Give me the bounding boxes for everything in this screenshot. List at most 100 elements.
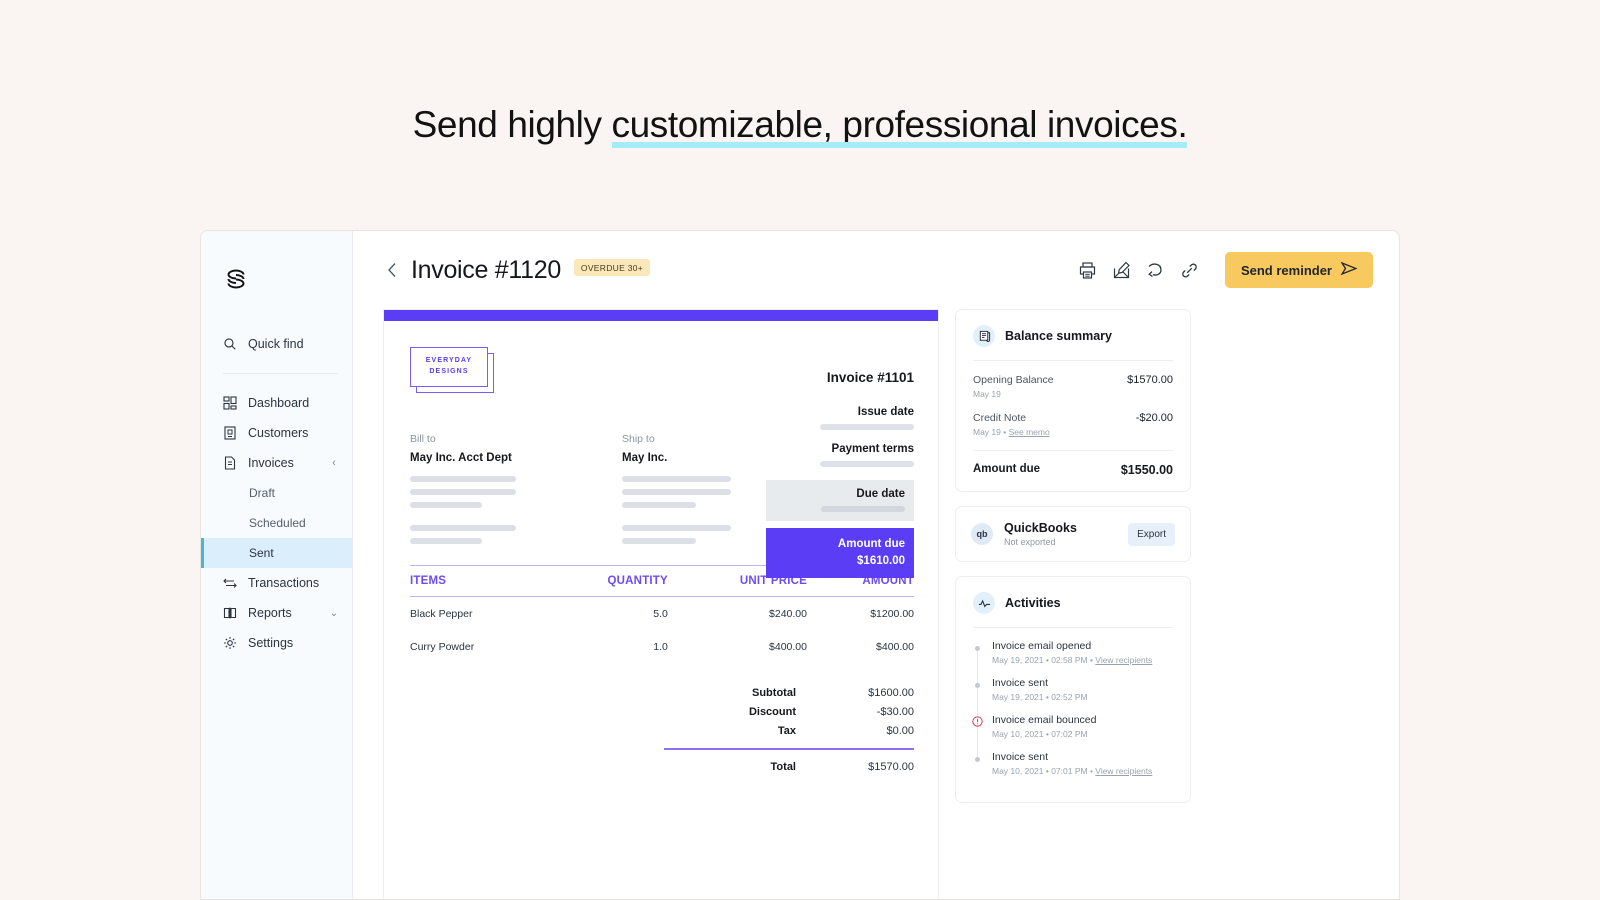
activity-timestamp: May 10, 2021 • 07:02 PM <box>992 729 1088 739</box>
list-item: Invoice email opened May 19, 2021 • 02:5… <box>973 640 1173 665</box>
total-value: $1570.00 <box>868 760 914 773</box>
sidebar-item-label: Invoices <box>248 456 294 470</box>
invoice-brand-logo: EVERYDAY DESIGNS <box>410 347 500 395</box>
sidebar-item-scheduled[interactable]: Scheduled <box>201 508 352 538</box>
invoice-inner: EVERYDAY DESIGNS Invoice #1101 Issue dat… <box>384 321 938 778</box>
sidebar-item-customers[interactable]: Customers <box>201 418 352 448</box>
invoice-amount-due-box: Amount due $1610.00 <box>766 528 914 579</box>
invoice-meta-due-date: Due date <box>766 480 914 521</box>
print-icon[interactable] <box>1073 255 1103 285</box>
pulse-icon <box>973 592 995 614</box>
sidebar-item-reports[interactable]: Reports ⌄ <box>201 598 352 628</box>
list-item: Invoice email bounced May 10, 2021 • 07:… <box>972 714 1173 739</box>
totals-value: -$30.00 <box>876 706 914 718</box>
totals-row-discount: Discount -$30.00 <box>664 704 914 723</box>
quickbooks-icon: qb <box>971 523 993 545</box>
refund-icon[interactable] <box>1141 255 1171 285</box>
meta-label: Payment terms <box>831 443 914 455</box>
activity-meta: May 19, 2021 • 02:52 PM <box>992 692 1173 702</box>
timeline-dot-icon <box>973 681 981 689</box>
balance-row-name: Opening Balance <box>973 374 1054 386</box>
bill-to-block: Bill to May Inc. Acct Dept <box>410 433 530 551</box>
quick-find-label: Quick find <box>248 337 304 351</box>
customers-icon <box>223 426 237 440</box>
chevron-left-icon[interactable] <box>383 261 401 279</box>
gear-icon <box>223 636 237 650</box>
activity-name: Invoice sent <box>992 677 1049 689</box>
send-reminder-button[interactable]: Send reminder <box>1224 252 1373 288</box>
view-recipients-link[interactable]: View recipients <box>1095 655 1152 665</box>
link-icon[interactable] <box>1175 255 1205 285</box>
app-logo[interactable] <box>201 251 352 307</box>
sidebar-item-sent[interactable]: Sent <box>201 538 352 568</box>
invoices-icon <box>223 456 237 470</box>
cell-quantity: 5.0 <box>653 608 668 620</box>
sidebar-item-label: Dashboard <box>248 396 310 410</box>
bill-to-placeholders <box>410 476 530 544</box>
ship-to-placeholders <box>622 476 742 544</box>
activity-timestamp: May 10, 2021 • 07:01 PM • <box>992 766 1096 776</box>
reports-icon <box>223 606 237 620</box>
sidebar-item-draft[interactable]: Draft <box>201 478 352 508</box>
list-item: Invoice sent May 10, 2021 • 07:01 PM • V… <box>973 751 1173 776</box>
totals-divider <box>664 748 914 750</box>
headline-plain: Send highly <box>412 104 612 145</box>
sidebar-item-settings[interactable]: Settings <box>201 628 352 658</box>
activity-meta: May 10, 2021 • 07:02 PM <box>992 729 1173 739</box>
card-title: Activities <box>1005 596 1061 610</box>
balance-amount-due: Amount due $1550.00 <box>973 451 1173 477</box>
bill-to-name: May Inc. Acct Dept <box>410 452 512 464</box>
totals-label: Discount <box>748 706 796 718</box>
sidebar-item-dashboard[interactable]: Dashboard <box>201 388 352 418</box>
meta-placeholder-bar <box>821 506 905 512</box>
invoice-totals: Subtotal $1600.00 Discount -$30.00 Tax $… <box>410 685 914 778</box>
edit-icon[interactable] <box>1107 255 1137 285</box>
sidebar-item-invoices[interactable]: Invoices ‹ <box>201 448 352 478</box>
chevron-down-icon[interactable]: ⌄ <box>328 608 340 619</box>
meta-placeholder-bar <box>820 461 914 467</box>
totals-label: Tax <box>777 725 796 737</box>
view-recipients-link[interactable]: View recipients <box>1095 766 1152 776</box>
quickbooks-card: qb QuickBooks Not exported Export <box>955 506 1191 562</box>
invoice-meta-payment-terms: Payment terms <box>766 443 914 467</box>
totals-label: Subtotal <box>752 687 796 699</box>
sidebar-subitem-label: Sent <box>249 546 274 560</box>
table-row: Curry Powder 1.0 $400.00 $400.00 <box>410 630 914 663</box>
activity-timestamp: May 19, 2021 • 02:52 PM <box>992 692 1088 702</box>
meta-label: Issue date <box>857 406 914 418</box>
balance-row-value: $1570.00 <box>1127 374 1173 386</box>
side-rail: Balance summary Opening Balance May 19 $… <box>955 309 1191 899</box>
balance-row-opening: Opening Balance May 19 $1570.00 <box>973 361 1173 399</box>
export-button[interactable]: Export <box>1128 522 1175 546</box>
sidebar-item-transactions[interactable]: Transactions <box>201 568 352 598</box>
invoice-preview[interactable]: EVERYDAY DESIGNS Invoice #1101 Issue dat… <box>383 309 939 899</box>
headline-highlighted: customizable, professional invoices. <box>611 104 1188 148</box>
totals-value: $1600.00 <box>868 687 914 699</box>
balance-total-label: Amount due <box>973 463 1041 475</box>
send-reminder-label: Send reminder <box>1240 262 1332 278</box>
brand-line-2: DESIGNS <box>429 368 469 375</box>
invoice-items-table: ITEMS QUANTITY UNIT PRICE AMOUNT Black P… <box>410 565 914 663</box>
balance-summary-header: Balance summary <box>973 325 1173 360</box>
quick-find-button[interactable]: Quick find <box>201 327 352 361</box>
receipt-icon <box>973 325 995 347</box>
sidebar-subitem-label: Scheduled <box>249 516 306 530</box>
page-headline: Send highly customizable, professional i… <box>0 104 1600 148</box>
invoice-meta-column: Issue date Payment terms Due date Amount… <box>766 406 914 579</box>
sidebar-nav: Dashboard Customers Invoices ‹ Draft Sch… <box>201 386 352 658</box>
balance-row-name: Credit Note <box>973 412 1027 424</box>
sidebar-item-label: Reports <box>248 606 292 620</box>
sidebar-divider <box>223 373 338 374</box>
see-memo-link[interactable]: See memo <box>1009 427 1050 437</box>
balance-row-date-text: May 19 • <box>973 427 1009 437</box>
brand-line-1: EVERYDAY <box>425 357 473 365</box>
sidebar-item-label: Transactions <box>248 576 320 590</box>
chevron-left-icon[interactable]: ‹ <box>328 457 340 469</box>
bill-to-label: Bill to <box>410 433 436 445</box>
cell-amount: $400.00 <box>876 641 914 653</box>
quickbooks-icon-text: qb <box>976 529 988 539</box>
activity-name: Invoice email opened <box>992 640 1092 652</box>
amount-due-value: $1610.00 <box>857 554 905 567</box>
spiral-s-logo-icon <box>227 269 245 289</box>
activities-timeline: Invoice email opened May 19, 2021 • 02:5… <box>972 628 1173 776</box>
